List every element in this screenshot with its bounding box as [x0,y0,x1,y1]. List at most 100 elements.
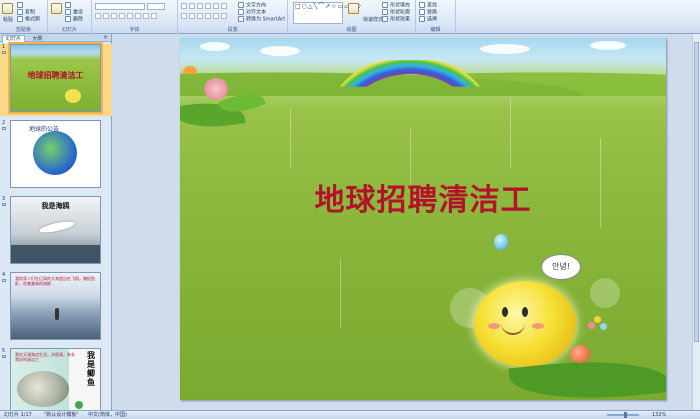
speech-bubble: 안녕! [541,254,581,280]
delete-button[interactable]: 删除 [65,16,83,24]
thumbnail-text: 我在天津海边生活，水很清，有非常好的清洁工 [15,352,75,362]
flower-pot-illustration [570,345,590,363]
outline-icon [382,9,388,15]
sun-sprite-illustration [474,281,576,367]
cloud [260,46,300,56]
quick-styles-label[interactable]: 快速样式 [363,17,383,24]
select-icon [419,16,425,22]
delete-icon [65,16,71,22]
tab-outline[interactable]: 大纲 [29,36,45,43]
sea-photo [11,245,100,263]
thumbnail-preview: 我的家人们在辽阔的大海里自在飞翔，捕捉鱼虾，吃着美味的海鲜 [10,272,101,340]
editing-group-label: 编辑 [430,27,441,33]
scissors-icon [17,2,23,8]
bubble [590,278,620,308]
slide-thumbnail-4[interactable]: 4 我的家人们在辽阔的大海里自在飞翔，捕捉鱼虾，吃着美味的海鲜 [0,272,112,344]
slides-group: 重设 删除 幻灯片 [48,0,92,34]
globe-illustration [33,131,77,175]
thumbnail-title: 我是海鸥 [41,201,70,210]
slide-thumbnail-5[interactable]: 5 我在天津海边生活，水很清，有非常好的清洁工 我是鲫鱼 [0,348,112,419]
shapes-gallery[interactable]: □○△╲⌒↗☆▭▱◇⬠ [293,2,361,24]
slide-transition-icon [2,51,6,54]
fish-photo [17,371,69,407]
slide-transition-icon [2,279,6,282]
slide-thumbnail-3[interactable]: 3 我是海鸥 [0,196,112,268]
zoom-level[interactable]: 132% [652,411,666,419]
slide-transition-icon [2,127,6,130]
smartart-icon [238,16,244,22]
cheek [488,323,500,329]
snail-illustration [204,78,228,100]
shape-effects-button[interactable]: 形状效果 [382,16,410,24]
align-text-label: 对齐文本 [246,9,267,16]
thumbnail-preview: 我是海鸥 [10,196,101,264]
slide-number: 3 [2,196,6,202]
slide-thumbnail-1[interactable]: 1 地球招聘清洁工 [0,42,112,116]
rain-streak [290,108,291,168]
vertical-scrollbar[interactable] [692,34,700,410]
eye [502,307,508,317]
editing-group: 查找 替换 选择 编辑 [416,0,456,34]
font-size-box[interactable] [147,3,165,10]
ribbon: 粘贴 复制 格式刷 剪贴板 重设 删除 幻灯片 字体 文字方向 对齐文本 转换为… [0,0,700,34]
cloud [200,42,230,51]
font-format-row[interactable] [95,13,159,21]
drawing-group-label: 绘图 [346,27,357,33]
drawing-group: □○△╲⌒↗☆▭▱◇⬠ 快速样式 形状填充 形状轮廓 形状效果 绘图 [288,0,416,34]
paste-label: 粘贴 [3,17,14,23]
layout-icon [65,2,71,8]
align-buttons-row[interactable] [181,13,229,21]
language-indicator[interactable]: 中文(简体，中国) [88,411,127,419]
font-name-box[interactable] [95,3,145,10]
arrange-button[interactable] [348,3,361,14]
fill-icon [382,2,388,8]
slide-number: 4 [2,272,6,278]
format-painter-button[interactable]: 格式刷 [17,16,40,24]
font-group: 字体 [92,0,178,34]
slide-transition-icon [2,355,6,358]
paste-button[interactable] [2,3,15,14]
zoom-slider-knob[interactable] [624,412,627,418]
sound-icon [75,401,83,409]
water-drop-illustration [494,234,508,250]
current-slide[interactable]: 地球招聘清洁工 안녕! [180,38,666,400]
slide-thumbnail-2[interactable]: 2 地球的公告 [0,120,112,192]
shape-effects-label: 形状效果 [390,16,411,23]
status-bar: 幻灯片 1/17 "默认设计模板" 中文(简体，中国) 132% [0,410,700,419]
shape-outline-label: 形状轮廓 [390,9,411,16]
new-slide-icon [51,3,62,14]
select-label: 选择 [427,16,438,23]
cloud [590,41,626,50]
text-direction-icon [238,2,244,8]
clipboard-group: 粘贴 复制 格式刷 剪贴板 [0,0,48,34]
slide-number: 2 [2,120,6,126]
arrange-icon [348,3,359,14]
delete-label: 删除 [73,16,84,23]
shape-fill-label: 形状填充 [390,2,411,9]
zoom-slider[interactable] [607,414,639,416]
paste-icon [2,3,13,14]
copy-icon [17,9,23,15]
panel-tabs: 幻灯片 大纲 × [0,34,111,43]
eye [522,307,528,317]
select-button[interactable]: 选择 [419,16,437,24]
slide-counter: 幻灯片 1/17 [4,412,32,418]
thumbnail-side-title: 我是鲫鱼 [87,350,95,387]
list-buttons-row[interactable] [181,3,229,11]
flowers-illustration [588,316,608,336]
thumbnail-preview: 地球的公告 [10,120,101,188]
slide-transition-icon [2,203,6,206]
smartart-button[interactable]: 转换为 SmartArt [238,16,285,24]
cheek [532,323,544,329]
cloud [480,44,530,54]
slide-title[interactable]: 地球招聘清洁工 [180,175,666,219]
seagull-photo [38,219,76,235]
beach-photo [55,308,59,320]
mushroom-illustration [183,66,197,74]
panel-close-icon[interactable]: × [103,34,108,41]
reset-icon [65,9,71,15]
tab-slides[interactable]: 幻灯片 [2,35,26,43]
new-slide-button[interactable] [51,3,64,14]
scrollbar-thumb[interactable] [694,42,699,342]
rain-streak [510,98,511,168]
